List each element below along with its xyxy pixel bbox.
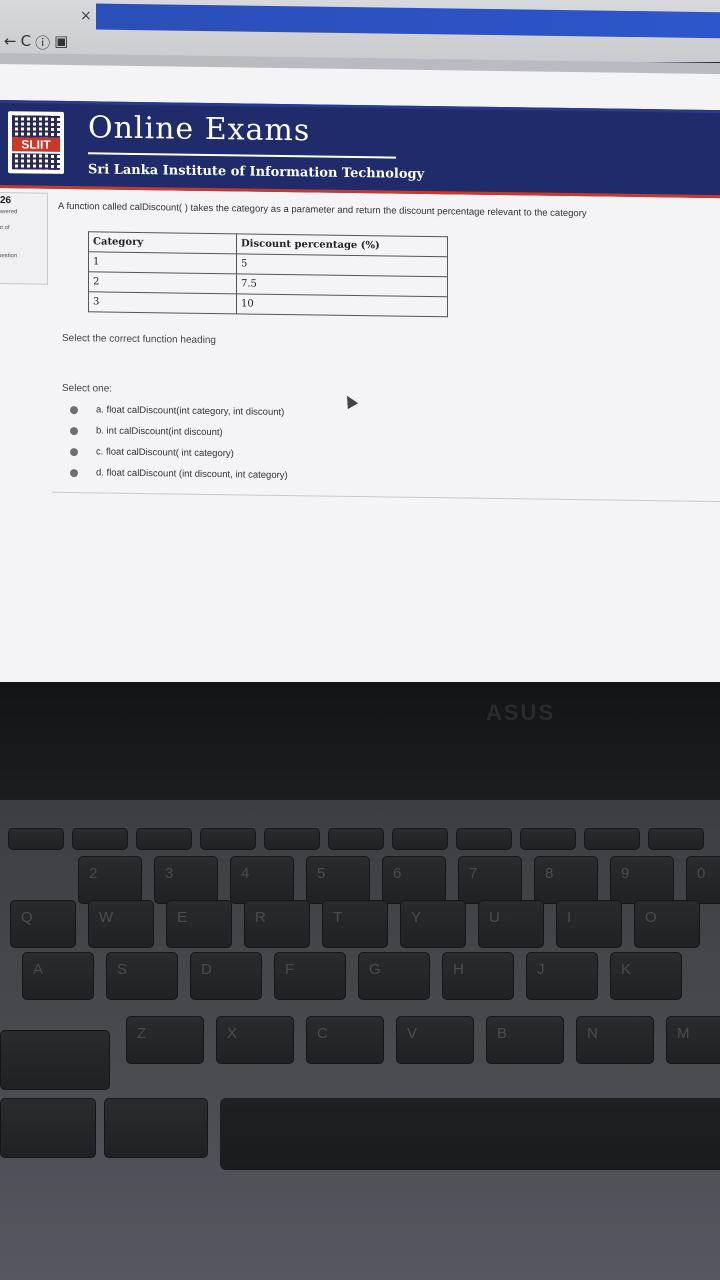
flag-question-fragment[interactable]: uestion <box>0 253 17 259</box>
answer-options: a. float calDiscount(int category, int d… <box>70 399 288 486</box>
logo-text: SLIIT <box>12 137 60 152</box>
keyboard-key[interactable]: U <box>478 900 544 948</box>
keyboard-key[interactable]: J <box>526 952 598 1000</box>
keyboard-key[interactable]: 9 <box>610 856 674 904</box>
function-key[interactable] <box>392 828 448 850</box>
select-one-label: Select one: <box>62 382 113 395</box>
question-text: A function called calDiscount( ) takes t… <box>58 200 587 220</box>
keyboard-key[interactable]: O <box>634 900 700 948</box>
keyboard-key[interactable]: 4 <box>230 856 294 904</box>
back-icon[interactable]: ← <box>4 32 17 53</box>
function-key[interactable] <box>328 828 384 850</box>
keyboard-key[interactable]: C <box>306 1016 384 1064</box>
answer-option-b[interactable]: b. int calDiscount(int discount) <box>70 420 288 444</box>
keyboard-key[interactable]: D <box>190 952 262 1000</box>
site-banner: SLIIT Online Exams Sri Lanka Institute o… <box>0 100 720 199</box>
keyboard-key[interactable]: N <box>576 1016 654 1064</box>
function-key[interactable] <box>8 828 64 850</box>
site-subtitle: Sri Lanka Institute of Information Techn… <box>88 162 425 182</box>
keyboard-key[interactable]: B <box>486 1016 564 1064</box>
reload-icon[interactable]: C <box>21 32 31 53</box>
table-cell: 3 <box>88 291 237 314</box>
function-key[interactable] <box>264 828 320 850</box>
question-info-block: 26 swered ut of uestion <box>0 192 48 285</box>
option-label: b. int calDiscount(int discount) <box>96 425 223 439</box>
keyboard-key[interactable]: R <box>244 900 310 948</box>
exam-page: SLIIT Online Exams Sri Lanka Institute o… <box>0 64 720 695</box>
laptop-bezel <box>0 682 720 802</box>
option-label: c. float calDiscount( int category) <box>96 446 234 460</box>
table-cell: 2 <box>88 271 237 294</box>
modifier-key[interactable] <box>0 1030 110 1090</box>
site-title: Online Exams <box>88 110 311 149</box>
modifier-key[interactable] <box>104 1098 208 1158</box>
keyboard-key[interactable]: 3 <box>154 856 218 904</box>
table-row: 3 10 <box>88 291 448 317</box>
spacebar[interactable] <box>220 1098 720 1170</box>
question-panel: A function called calDiscount( ) takes t… <box>52 192 720 503</box>
keyboard-key[interactable]: E <box>166 900 232 948</box>
keyboard-key[interactable]: H <box>442 952 514 1000</box>
modifier-key[interactable] <box>0 1098 96 1158</box>
keyboard-key[interactable]: G <box>358 952 430 1000</box>
table-header: Category <box>88 231 237 254</box>
radio-button[interactable] <box>70 468 78 477</box>
mouse-cursor-icon <box>341 392 359 410</box>
option-label: a. float calDiscount(int category, int d… <box>96 404 285 419</box>
discount-table: Category Discount percentage (%) 1 5 2 7… <box>88 231 448 317</box>
keyboard-key[interactable]: Z <box>126 1016 204 1064</box>
keyboard-key[interactable]: W <box>88 900 154 948</box>
logo-grid-top <box>12 115 60 138</box>
keyboard-key[interactable]: Y <box>400 900 466 948</box>
function-key[interactable] <box>456 828 512 850</box>
function-key[interactable] <box>520 828 576 850</box>
browser-tab-strip[interactable] <box>96 3 720 39</box>
question-number-fragment: 26 <box>0 195 12 207</box>
keyboard-key[interactable]: M <box>666 1016 720 1064</box>
keyboard-key[interactable]: 2 <box>78 856 142 904</box>
question-prompt: Select the correct function heading <box>62 332 216 347</box>
keyboard-key[interactable]: S <box>106 952 178 1000</box>
answer-option-d[interactable]: d. float calDiscount (int discount, int … <box>70 462 288 486</box>
function-key[interactable] <box>584 828 640 850</box>
answer-option-c[interactable]: c. float calDiscount( int category) <box>70 441 288 465</box>
browser-toolbar: × ← C ⓘ ▣ <box>0 0 720 62</box>
info-marks-fragment: ut of <box>0 225 10 232</box>
function-key[interactable] <box>136 828 192 850</box>
sliit-logo: SLIIT <box>8 111 64 174</box>
title-divider <box>88 152 396 159</box>
function-key[interactable] <box>200 828 256 850</box>
laptop-brand: ASUS <box>486 700 556 725</box>
radio-button[interactable] <box>70 405 78 414</box>
keyboard-key[interactable]: 6 <box>382 856 446 904</box>
info-status-fragment: swered <box>0 209 18 216</box>
keyboard-key[interactable]: T <box>322 900 388 948</box>
logo-grid-bottom <box>12 153 60 170</box>
radio-button[interactable] <box>70 426 78 435</box>
keyboard-key[interactable]: 7 <box>458 856 522 904</box>
browser-nav-icons: ← C ⓘ ▣ <box>4 32 68 53</box>
keyboard-key[interactable]: F <box>274 952 346 1000</box>
table-cell: 10 <box>236 293 448 317</box>
radio-button[interactable] <box>70 447 78 456</box>
keyboard-key[interactable]: A <box>22 952 94 1000</box>
keyboard-key[interactable]: I <box>556 900 622 948</box>
close-tab-icon[interactable]: × <box>80 8 92 24</box>
keyboard-key[interactable]: Q <box>10 900 76 948</box>
function-key[interactable] <box>72 828 128 850</box>
keyboard-key[interactable]: K <box>610 952 682 1000</box>
keyboard-key[interactable]: 5 <box>306 856 370 904</box>
keyboard-key[interactable]: X <box>216 1016 294 1064</box>
function-key[interactable] <box>648 828 704 850</box>
info-icon[interactable]: ⓘ <box>35 32 50 53</box>
option-label: d. float calDiscount (int discount, int … <box>96 467 288 482</box>
keyboard-key[interactable]: V <box>396 1016 474 1064</box>
table-cell: 1 <box>88 251 237 274</box>
keyboard-key[interactable]: 8 <box>534 856 598 904</box>
answer-option-a[interactable]: a. float calDiscount(int category, int d… <box>70 399 288 423</box>
page-icon[interactable]: ▣ <box>54 32 68 53</box>
keyboard-key[interactable]: 0 <box>686 856 720 904</box>
